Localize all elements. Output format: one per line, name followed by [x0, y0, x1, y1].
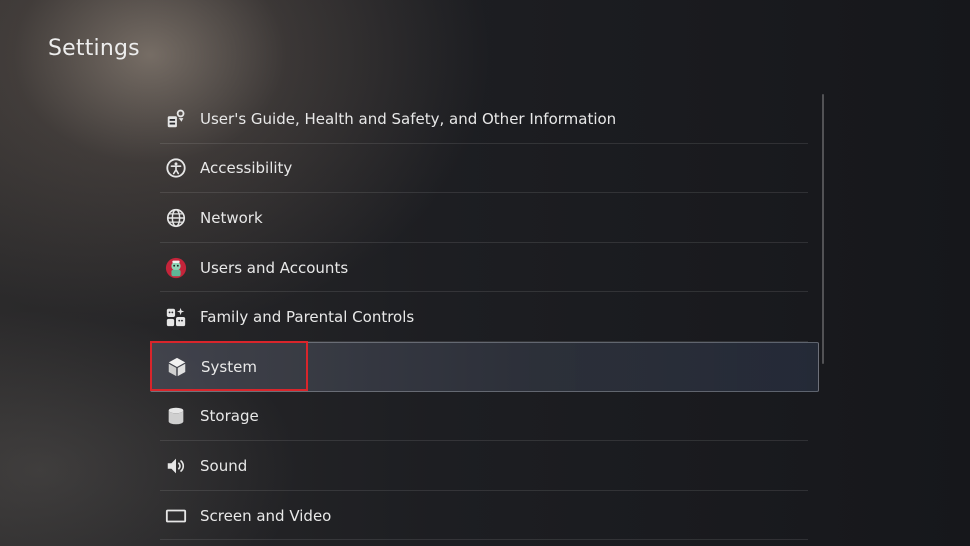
settings-menu: User's Guide, Health and Safety, and Oth… [150, 94, 820, 541]
menu-item-accessibility[interactable]: Accessibility [150, 144, 820, 194]
menu-item-screen-video[interactable]: Screen and Video [150, 491, 820, 541]
menu-item-family[interactable]: Family and Parental Controls [150, 292, 820, 342]
menu-item-label: User's Guide, Health and Safety, and Oth… [200, 109, 617, 128]
menu-item-label: Network [200, 208, 263, 227]
scrollbar[interactable] [822, 94, 824, 364]
menu-item-users-guide[interactable]: User's Guide, Health and Safety, and Oth… [150, 94, 820, 144]
screen-icon [164, 504, 188, 528]
menu-item-label: Users and Accounts [200, 258, 349, 277]
accessibility-icon [164, 156, 188, 180]
menu-item-network[interactable]: Network [150, 193, 820, 243]
user-avatar-icon [164, 256, 188, 280]
menu-item-label: System [201, 357, 257, 376]
menu-item-label: Family and Parental Controls [200, 308, 415, 327]
guide-icon [164, 107, 188, 131]
menu-item-label: Storage [200, 407, 259, 426]
page-title: Settings [48, 36, 140, 61]
menu-item-label: Screen and Video [200, 506, 332, 525]
storage-icon [164, 404, 188, 428]
menu-item-label: Sound [200, 456, 248, 475]
cube-icon [165, 355, 189, 379]
speaker-icon [164, 454, 188, 478]
menu-item-system[interactable]: System [150, 341, 819, 392]
menu-item-users-accounts[interactable]: Users and Accounts [150, 243, 820, 293]
divider [160, 539, 808, 541]
globe-icon [164, 206, 188, 230]
menu-item-storage[interactable]: Storage [150, 392, 820, 442]
family-icon [164, 305, 188, 329]
menu-item-sound[interactable]: Sound [150, 441, 820, 491]
menu-item-label: Accessibility [200, 159, 293, 178]
